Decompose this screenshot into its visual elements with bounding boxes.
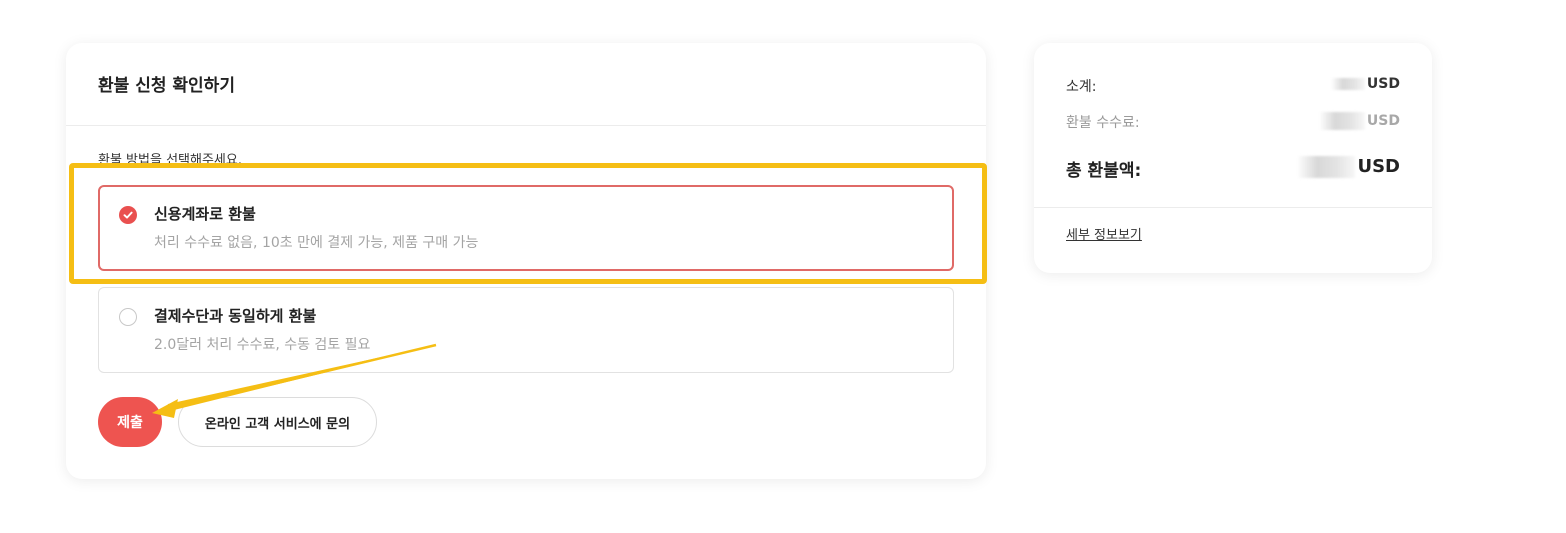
option-description: 2.0달러 처리 수수료, 수동 검토 필요 bbox=[154, 337, 371, 353]
redacted-amount bbox=[1297, 156, 1356, 178]
refund-option-credit-account[interactable]: 신용계좌로 환불 처리 수수료 없음, 10초 만에 결제 가능, 제품 구매 … bbox=[98, 185, 954, 271]
refund-page: 환불 신청 확인하기 환불 방법을 선택해주세요. 신용계좌로 환불 처리 수수… bbox=[0, 0, 1566, 533]
refund-fee-label: 환불 수수료: bbox=[1066, 115, 1140, 131]
refund-fee-value: USD bbox=[1318, 112, 1400, 130]
refund-confirmation-card: 환불 신청 확인하기 환불 방법을 선택해주세요. 신용계좌로 환불 처리 수수… bbox=[66, 43, 986, 479]
option-description: 처리 수수료 없음, 10초 만에 결제 가능, 제품 구매 가능 bbox=[154, 235, 479, 251]
total-refund-value: USD bbox=[1297, 156, 1400, 178]
redacted-amount bbox=[1330, 78, 1365, 90]
card-divider bbox=[66, 125, 986, 126]
option-title: 신용계좌로 환불 bbox=[154, 205, 256, 223]
view-details-link[interactable]: 세부 정보보기 bbox=[1066, 224, 1142, 243]
refund-method-instruction: 환불 방법을 선택해주세요. bbox=[98, 153, 242, 168]
radio-empty-icon bbox=[119, 308, 137, 326]
refund-option-original-payment[interactable]: 결제수단과 동일하게 환불 2.0달러 처리 수수료, 수동 검토 필요 bbox=[98, 287, 954, 373]
total-refund-label: 총 환불액: bbox=[1066, 161, 1142, 181]
refund-summary-card: 소계: USD 환불 수수료: USD 총 환불액: USD 세부 정보보기 bbox=[1034, 43, 1432, 273]
submit-button[interactable]: 제출 bbox=[98, 397, 162, 447]
option-title: 결제수단과 동일하게 환불 bbox=[154, 307, 317, 325]
subtotal-label: 소계: bbox=[1066, 79, 1097, 95]
check-circle-icon bbox=[119, 206, 137, 224]
contact-support-button[interactable]: 온라인 고객 서비스에 문의 bbox=[178, 397, 377, 447]
redacted-amount bbox=[1318, 112, 1365, 130]
refund-card-title: 환불 신청 확인하기 bbox=[98, 76, 235, 96]
summary-divider bbox=[1034, 207, 1432, 208]
subtotal-value: USD bbox=[1330, 76, 1400, 92]
